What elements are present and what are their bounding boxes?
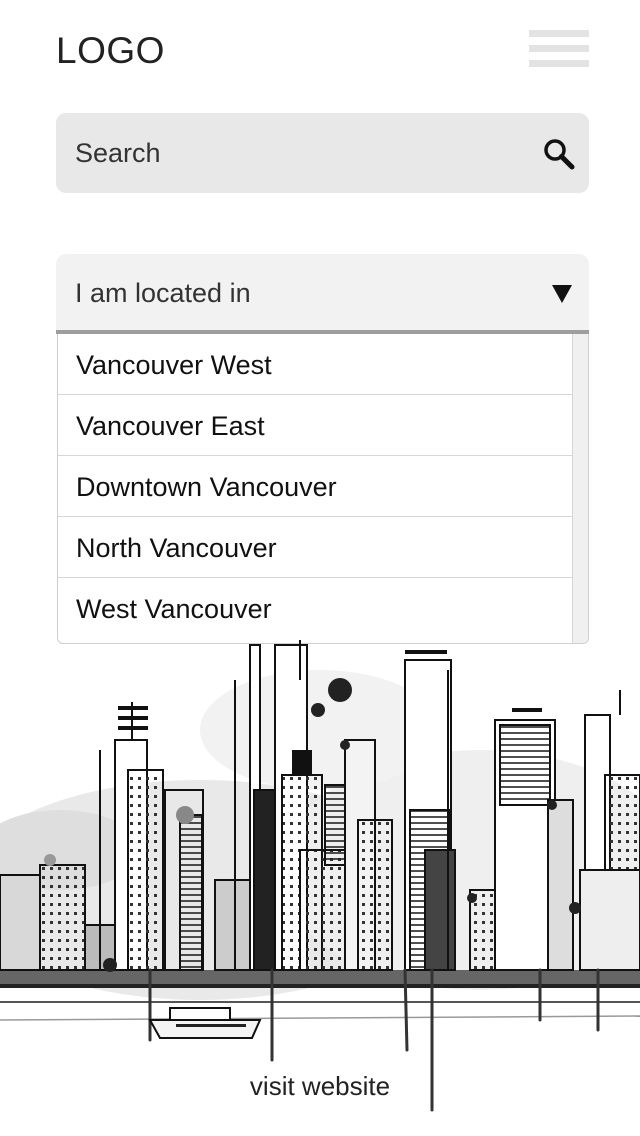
- location-dropdown: Vancouver West Vancouver East Downtown V…: [57, 334, 589, 644]
- menu-button[interactable]: [529, 30, 589, 68]
- search-input[interactable]: [56, 113, 526, 193]
- location-option[interactable]: Vancouver East: [58, 395, 574, 456]
- caret-down-icon: [552, 285, 572, 303]
- search-bar: [56, 113, 589, 193]
- location-option[interactable]: North Vancouver: [58, 517, 574, 578]
- location-option[interactable]: Downtown Vancouver: [58, 456, 574, 517]
- location-option[interactable]: Vancouver West: [58, 334, 574, 395]
- visit-website-link[interactable]: visit website: [0, 1071, 640, 1102]
- search-icon[interactable]: [543, 138, 575, 170]
- location-select[interactable]: I am located in: [56, 254, 589, 334]
- logo: LOGO: [56, 30, 165, 71]
- dropdown-scrollbar[interactable]: [572, 334, 588, 643]
- location-select-label: I am located in: [75, 278, 251, 308]
- city-skyline-illustration: [0, 640, 640, 1112]
- location-option[interactable]: West Vancouver: [58, 578, 574, 639]
